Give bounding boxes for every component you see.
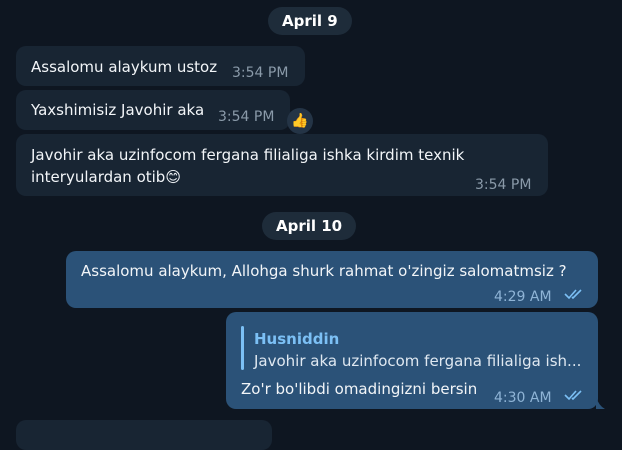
double-check-icon	[564, 289, 582, 300]
message-text: Assalomu alaykum ustoz	[31, 58, 218, 76]
incoming-message[interactable]: Assalomu alaykum ustoz 3:54 PM	[16, 46, 305, 86]
message-text-line: interyulardan otib😊	[31, 168, 181, 186]
outgoing-message[interactable]: Husniddin Javohir aka uzinfocom fergana …	[226, 312, 598, 409]
message-text-line: Javohir aka uzinfocom fergana filialiga …	[31, 146, 465, 164]
message-text: Zo'r bo'libdi omadingizni bersin	[241, 380, 478, 398]
message-time: 3:54 PM	[475, 177, 532, 193]
message-time: 4:29 AM	[494, 289, 552, 305]
message-time: 3:54 PM	[232, 65, 289, 81]
reply-preview[interactable]: Javohir aka uzinfocom fergana filialiga …	[254, 350, 581, 372]
message-text: Assalomu alaykum, Allohga shurk rahmat o…	[81, 262, 567, 280]
double-check-icon	[564, 390, 582, 401]
incoming-message[interactable]: Yaxshimisiz Javohir aka 3:54 PM	[16, 90, 290, 130]
message-text: Yaxshimisiz Javohir aka	[31, 101, 205, 119]
scrollbar-track[interactable]	[618, 0, 622, 432]
thumbs-up-icon[interactable]: 👍	[287, 108, 313, 134]
reply-bar	[241, 326, 244, 370]
date-separator: April 10	[262, 212, 357, 240]
incoming-message[interactable]	[16, 420, 272, 450]
message-time: 4:30 AM	[494, 390, 552, 406]
outgoing-message[interactable]: Assalomu alaykum, Allohga shurk rahmat o…	[66, 251, 598, 308]
incoming-message[interactable]: Javohir aka uzinfocom fergana filialiga …	[16, 134, 548, 196]
message-time: 3:54 PM	[218, 109, 275, 125]
reply-author: Husniddin	[254, 330, 340, 348]
date-separator: April 9	[268, 7, 352, 35]
bubble-tail	[596, 397, 605, 409]
